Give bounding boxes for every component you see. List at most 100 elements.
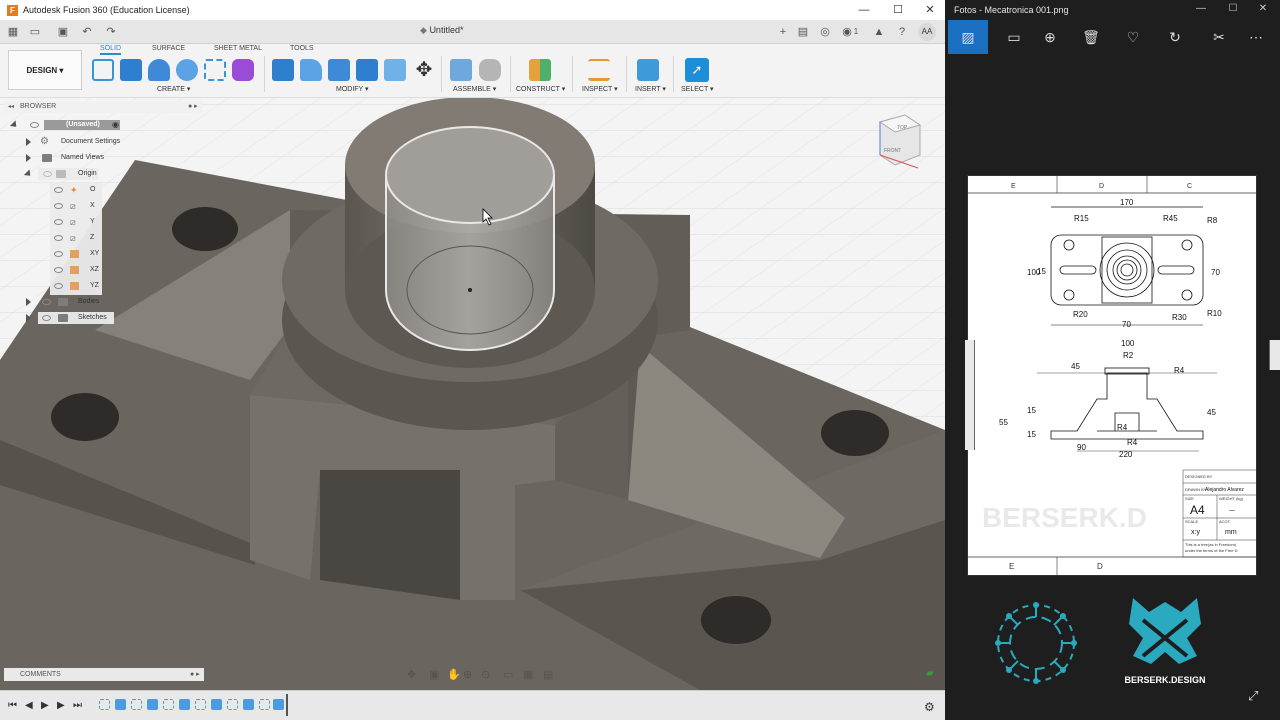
play-icon[interactable]: ▶ — [41, 700, 49, 711]
tree-item-sketches[interactable]: Sketches — [26, 311, 116, 325]
timeline-sketch-icon[interactable] — [259, 699, 270, 710]
tree-item-z-axis[interactable]: ⧄ Z — [52, 231, 102, 245]
go-to-start-icon[interactable]: ⏮ — [8, 700, 17, 711]
timeline-extrude-icon[interactable] — [115, 699, 126, 710]
collapse-icon[interactable] — [9, 120, 20, 130]
display-settings-icon[interactable]: ▭ — [503, 668, 513, 681]
timeline-sketch-icon[interactable] — [227, 699, 238, 710]
timeline-sketch-icon[interactable] — [195, 699, 206, 710]
create-sketch-icon[interactable] — [92, 59, 114, 81]
create-menu[interactable]: CREATE ▾ — [157, 85, 190, 93]
edit-icon[interactable]: ✂ — [1199, 20, 1239, 54]
undo-icon[interactable]: ↶ — [80, 25, 94, 39]
close-button[interactable]: ✕ — [913, 0, 945, 20]
step-back-icon[interactable]: ◀ — [25, 700, 33, 711]
insert-menu[interactable]: INSERT ▾ — [635, 85, 666, 93]
move-icon[interactable]: ✥ — [413, 59, 435, 81]
activate-icon[interactable]: ◉ — [112, 118, 119, 132]
browser-pin-icon[interactable]: ● ▸ — [188, 101, 198, 113]
chat-icon[interactable]: ▰ — [926, 668, 934, 679]
visibility-icon[interactable] — [30, 122, 39, 128]
canvas-viewport[interactable]: TOP FRONT — [0, 98, 945, 690]
shell-icon[interactable] — [328, 59, 350, 81]
visibility-icon[interactable] — [54, 219, 63, 225]
visibility-icon[interactable] — [42, 315, 51, 321]
app-grid-icon[interactable]: ▦ — [6, 25, 20, 39]
joint-icon[interactable] — [479, 59, 501, 81]
notifications-icon[interactable]: ▲ — [872, 25, 886, 39]
tab-sheet-metal[interactable]: SHEET METAL — [214, 45, 262, 52]
grid-settings-icon[interactable]: ▦ — [523, 668, 533, 681]
step-forward-icon[interactable]: ▶ — [57, 700, 65, 711]
visibility-icon[interactable] — [54, 203, 63, 209]
photos-close-button[interactable]: ✕ — [1248, 3, 1278, 14]
tree-item-yz-plane[interactable]: YZ — [52, 279, 102, 293]
inspect-menu[interactable]: INSPECT ▾ — [582, 85, 618, 93]
new-tab-icon[interactable]: + — [776, 25, 790, 39]
select-menu[interactable]: SELECT ▾ — [681, 85, 714, 93]
fit-icon[interactable]: ⊙ — [481, 668, 490, 681]
timeline-sketch-icon[interactable] — [163, 699, 174, 710]
slideshow-icon[interactable]: ▭ — [994, 20, 1034, 54]
tree-item-bodies[interactable]: Bodies — [26, 295, 106, 309]
workspace-switcher[interactable]: DESIGN ▾ — [8, 50, 82, 90]
visibility-icon[interactable] — [43, 171, 52, 177]
browser-header[interactable]: ◂◂ BROWSER ● ▸ — [4, 101, 202, 113]
timeline-extrude-icon[interactable] — [243, 699, 254, 710]
timeline-extrude-icon[interactable] — [147, 699, 158, 710]
more-icon[interactable]: ⋯ — [1236, 20, 1276, 54]
comments-panel[interactable]: COMMENTS ● ▸ — [4, 668, 204, 681]
expand-icon[interactable] — [26, 298, 31, 306]
offset-plane-icon[interactable] — [529, 59, 551, 81]
visibility-icon[interactable] — [54, 235, 63, 241]
pan-icon[interactable]: ✋ — [447, 668, 461, 681]
maximize-button[interactable]: ☐ — [881, 0, 915, 20]
pattern-icon[interactable] — [204, 59, 226, 81]
tree-item-y-axis[interactable]: ⧄ Y — [52, 215, 102, 229]
new-component-icon[interactable] — [450, 59, 472, 81]
look-at-icon[interactable]: ▣ — [429, 668, 439, 681]
browser-collapse-icon[interactable]: ◂◂ — [8, 101, 14, 113]
extrude-icon[interactable] — [120, 59, 142, 81]
favorite-icon[interactable]: ♡ — [1113, 20, 1153, 54]
expand-icon[interactable] — [26, 154, 31, 162]
photos-minimize-button[interactable]: — — [1186, 3, 1216, 14]
tree-item-named-views[interactable]: Named Views — [26, 151, 116, 165]
visibility-icon[interactable] — [54, 267, 63, 273]
timeline-extrude-icon[interactable] — [211, 699, 222, 710]
see-all-photos-icon[interactable]: ▨ — [948, 20, 988, 54]
file-menu-icon[interactable]: ▭ — [28, 25, 42, 39]
collapse-icon[interactable] — [23, 169, 34, 179]
tab-solid[interactable]: SOLID — [100, 45, 122, 55]
timeline-settings-icon[interactable]: ⚙ — [924, 700, 935, 714]
go-to-end-icon[interactable]: ⏭ — [73, 700, 82, 711]
orbit-icon[interactable]: ✥ — [407, 668, 416, 681]
construct-menu[interactable]: CONSTRUCT ▾ — [516, 85, 565, 93]
visibility-icon[interactable] — [54, 251, 63, 257]
assemble-menu[interactable]: ASSEMBLE ▾ — [453, 85, 496, 93]
extensions-icon[interactable]: ◎ — [818, 25, 832, 39]
redo-icon[interactable]: ↷ — [104, 25, 118, 39]
tab-surface[interactable]: SURFACE — [152, 45, 185, 52]
tree-item-xy-plane[interactable]: XY — [52, 247, 102, 261]
zoom-icon[interactable]: ⊕ — [1030, 20, 1070, 54]
help-icon[interactable]: ? — [895, 25, 909, 39]
insert-image-icon[interactable] — [637, 59, 659, 81]
timeline-extrude-icon[interactable] — [273, 699, 284, 710]
hole-icon[interactable] — [176, 59, 198, 81]
rotate-icon[interactable]: ↻ — [1155, 20, 1195, 54]
timeline-sketch-icon[interactable] — [131, 699, 142, 710]
modify-menu[interactable]: MODIFY ▾ — [336, 85, 369, 93]
expand-icon[interactable] — [26, 138, 31, 146]
document-tab[interactable]: ◆ Untitled* — [420, 25, 463, 36]
revolve-icon[interactable] — [148, 59, 170, 81]
measure-icon[interactable] — [588, 59, 610, 81]
tree-item-xz-plane[interactable]: XZ — [52, 263, 102, 277]
photos-maximize-button[interactable]: ☐ — [1218, 3, 1248, 14]
fillet-icon[interactable] — [300, 59, 322, 81]
save-icon[interactable]: ▣ — [56, 25, 70, 39]
tree-item-root[interactable]: (Unsaved) ◉ — [9, 118, 122, 132]
select-icon[interactable]: ➚ — [685, 58, 709, 82]
zoom-icon[interactable]: ⊕ — [463, 668, 472, 681]
timeline-extrude-icon[interactable] — [179, 699, 190, 710]
